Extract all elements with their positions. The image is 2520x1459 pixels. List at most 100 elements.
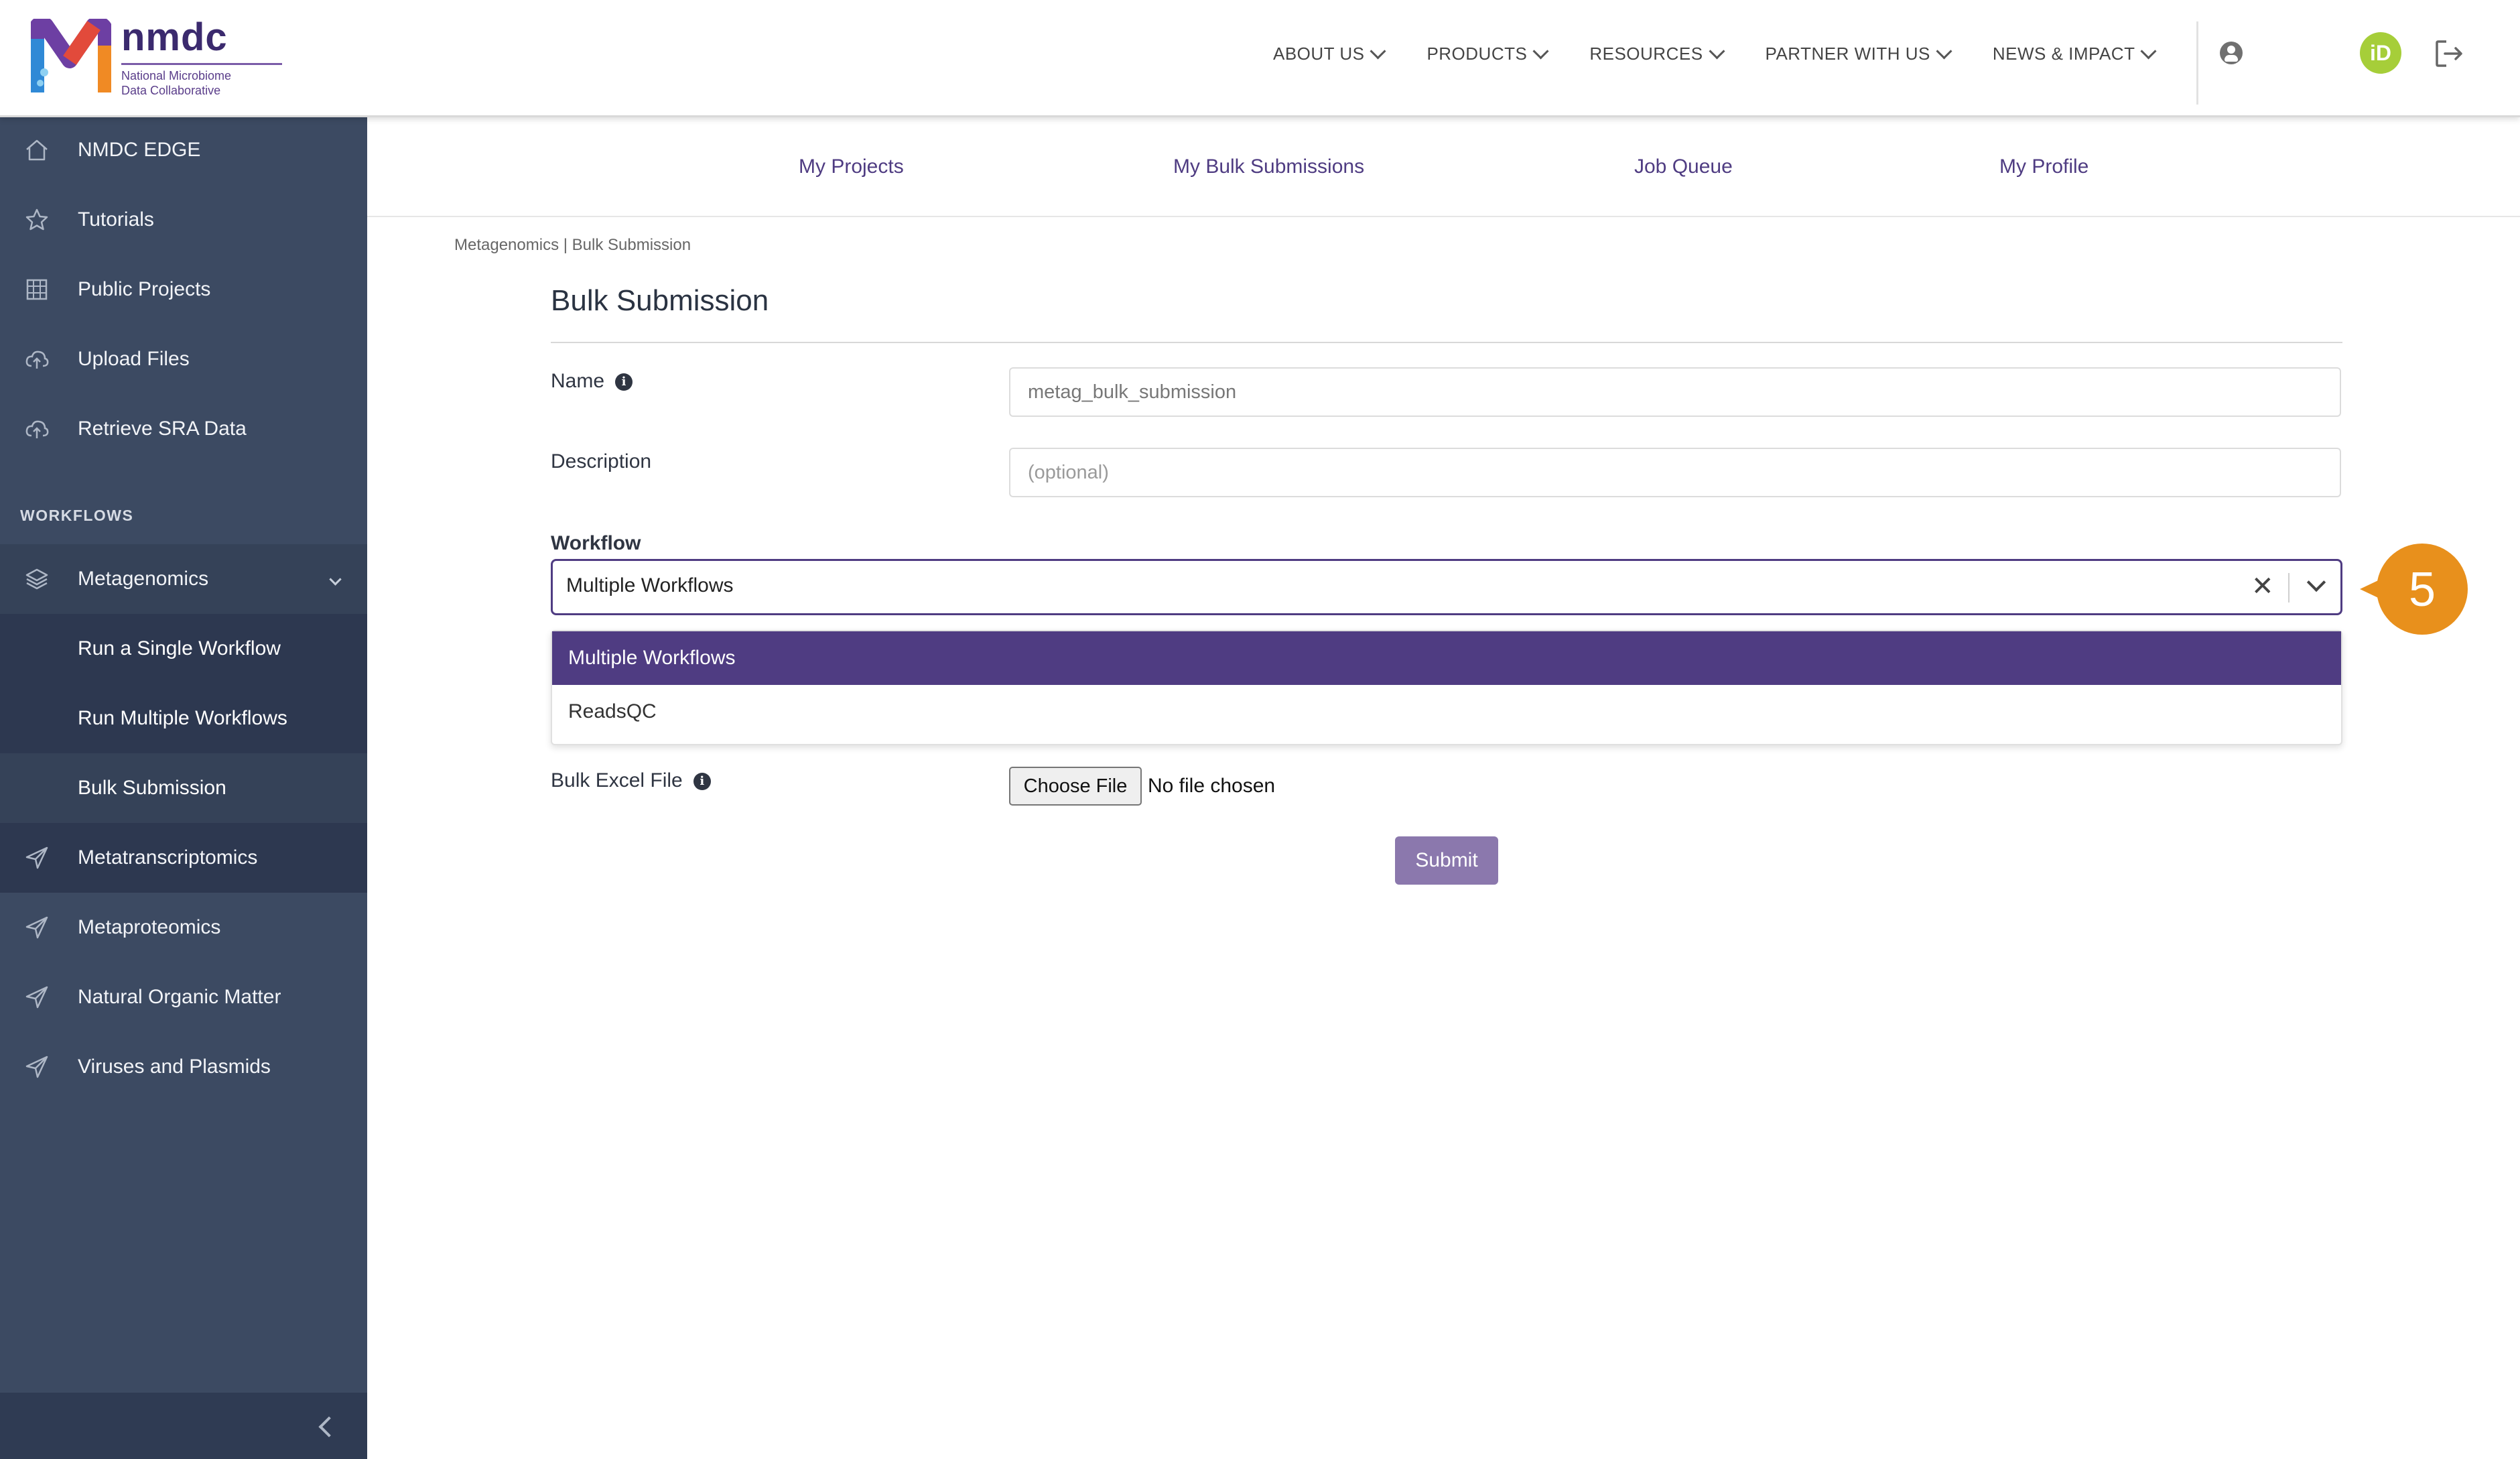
option-label: Multiple Workflows: [568, 647, 736, 669]
sidebar: NMDC EDGE Tutorials Public Projects Uplo…: [0, 115, 367, 1459]
user-account-icon[interactable]: [2220, 42, 2243, 64]
choose-file-button[interactable]: Choose File: [1009, 767, 1142, 806]
cloud-upload-icon: [25, 420, 49, 438]
chevron-down-icon: [1936, 42, 1952, 60]
home-icon: [26, 139, 48, 161]
sidebar-subitem-bulk-submission[interactable]: Bulk Submission: [0, 753, 367, 823]
sidebar-item-metagenomics[interactable]: Metagenomics: [0, 544, 367, 614]
nav-label: RESOURCES: [1589, 43, 1703, 64]
orcid-icon[interactable]: iD: [2360, 32, 2401, 74]
chevron-down-icon: [329, 573, 342, 586]
tab-my-projects[interactable]: My Projects: [799, 155, 904, 178]
nav-products[interactable]: PRODUCTS: [1427, 42, 1549, 64]
logout-icon[interactable]: [2434, 39, 2464, 68]
step-callout-badge: 5: [2360, 544, 2468, 635]
workflow-selected-value: Multiple Workflows: [566, 574, 734, 596]
name-input[interactable]: metag_bulk_submission: [1009, 367, 2341, 417]
sidebar-item-nmdc-edge[interactable]: NMDC EDGE: [0, 115, 367, 185]
sidebar-item-label: Viruses and Plasmids: [78, 1056, 271, 1078]
name-label: Name i: [551, 370, 633, 393]
sidebar-footer: [0, 1393, 367, 1459]
chevron-down-icon[interactable]: [2306, 572, 2326, 592]
send-icon: [25, 1056, 48, 1078]
tab-my-profile[interactable]: My Profile: [1999, 155, 2088, 178]
title-divider: [551, 342, 2342, 343]
sidebar-item-label: Metatranscriptomics: [78, 846, 258, 869]
workflow-option-multiple-workflows[interactable]: Multiple Workflows: [552, 631, 2341, 685]
info-icon[interactable]: i: [693, 773, 711, 791]
info-icon[interactable]: i: [615, 373, 633, 391]
clear-icon[interactable]: ✕: [2251, 572, 2274, 601]
sidebar-item-public-projects[interactable]: Public Projects: [0, 255, 367, 324]
nav-label: NEWS & IMPACT: [1992, 43, 2135, 64]
sidebar-item-label: Bulk Submission: [78, 777, 226, 799]
tab-job-queue[interactable]: Job Queue: [1634, 155, 1733, 178]
callout-number: 5: [2409, 563, 2436, 617]
sidebar-item-viruses-and-plasmids[interactable]: Viruses and Plasmids: [0, 1032, 367, 1102]
select-divider: [2288, 573, 2290, 602]
logo-subtitle-line2: Data Collaborative: [121, 84, 221, 97]
workflow-label: Workflow: [551, 532, 641, 554]
cloud-upload-icon: [25, 351, 49, 369]
sidebar-item-upload-files[interactable]: Upload Files: [0, 324, 367, 394]
top-nav: ABOUT US PRODUCTS RESOURCES PARTNER WITH…: [1273, 0, 2197, 107]
logo-subtitle-line1: National Microbiome: [121, 69, 232, 82]
workflow-option-readsqc[interactable]: ReadsQC: [552, 685, 2341, 739]
bulk-excel-file-label-text: Bulk Excel File: [551, 769, 683, 791]
collapse-sidebar-icon[interactable]: [318, 1416, 340, 1438]
chevron-down-icon: [2140, 42, 2157, 60]
file-status-text: No file chosen: [1148, 775, 1276, 797]
sidebar-item-label: Metaproteomics: [78, 916, 221, 938]
chevron-down-icon: [1532, 42, 1549, 60]
nav-about-us[interactable]: ABOUT US: [1273, 42, 1386, 64]
submit-button[interactable]: Submit: [1395, 836, 1498, 885]
sidebar-item-label: NMDC EDGE: [78, 139, 201, 161]
sidebar-item-metaproteomics[interactable]: Metaproteomics: [0, 893, 367, 962]
nav-news-impact[interactable]: NEWS & IMPACT: [1992, 42, 2157, 64]
sidebar-item-label: Upload Files: [78, 348, 190, 370]
sidebar-item-natural-organic-matter[interactable]: Natural Organic Matter: [0, 962, 367, 1032]
send-icon: [25, 986, 48, 1009]
sidebar-item-label: Tutorials: [78, 208, 154, 231]
logo-wordmark: nmdc: [121, 15, 228, 59]
star-icon: [25, 208, 48, 231]
top-header: nmdc National Microbiome Data Collaborat…: [0, 0, 2520, 117]
description-input[interactable]: (optional): [1009, 448, 2341, 497]
sidebar-item-label: Metagenomics: [78, 568, 209, 590]
nav-label: PRODUCTS: [1427, 43, 1528, 64]
sidebar-subitem-run-multiple-workflows[interactable]: Run Multiple Workflows: [0, 684, 367, 753]
sidebar-item-tutorials[interactable]: Tutorials: [0, 185, 367, 255]
send-icon: [25, 916, 48, 939]
workflow-select[interactable]: Multiple Workflows ✕: [551, 559, 2342, 615]
send-icon: [25, 846, 48, 869]
description-label: Description: [551, 450, 652, 472]
nav-label: ABOUT US: [1273, 43, 1365, 64]
page-title: Bulk Submission: [551, 284, 769, 317]
sidebar-item-label: Run a Single Workflow: [78, 637, 281, 659]
sidebar-item-label: Retrieve SRA Data: [78, 418, 247, 440]
chevron-down-icon: [1370, 42, 1386, 60]
breadcrumb: Metagenomics | Bulk Submission: [454, 236, 691, 254]
sidebar-item-metatranscriptomics[interactable]: Metatranscriptomics: [0, 823, 367, 893]
layers-icon: [25, 568, 48, 590]
tab-my-bulk-submissions[interactable]: My Bulk Submissions: [1173, 155, 1364, 178]
nmdc-logo-mark: [31, 19, 111, 92]
logo-subtitle: National Microbiome Data Collaborative: [121, 68, 231, 98]
sidebar-section-workflows: WORKFLOWS: [20, 507, 134, 524]
header-divider: [2196, 21, 2198, 105]
sub-nav: My Projects My Bulk Submissions Job Queu…: [367, 115, 2520, 217]
sidebar-item-retrieve-sra-data[interactable]: Retrieve SRA Data: [0, 394, 367, 464]
sidebar-item-label: Public Projects: [78, 278, 211, 300]
nav-label: PARTNER WITH US: [1765, 43, 1930, 64]
option-label: ReadsQC: [568, 700, 657, 722]
grid-icon: [26, 279, 48, 300]
chevron-down-icon: [1709, 42, 1725, 60]
nav-partner-with-us[interactable]: PARTNER WITH US: [1765, 42, 1952, 64]
nav-resources[interactable]: RESOURCES: [1589, 42, 1725, 64]
bulk-excel-file-label: Bulk Excel File i: [551, 769, 711, 792]
sidebar-item-label: Run Multiple Workflows: [78, 707, 287, 729]
name-label-text: Name: [551, 370, 605, 392]
workflow-dropdown-menu: Multiple Workflows ReadsQC: [551, 630, 2342, 745]
nmdc-logo[interactable]: nmdc National Microbiome Data Collaborat…: [31, 15, 282, 99]
sidebar-subitem-run-single-workflow[interactable]: Run a Single Workflow: [0, 614, 367, 684]
